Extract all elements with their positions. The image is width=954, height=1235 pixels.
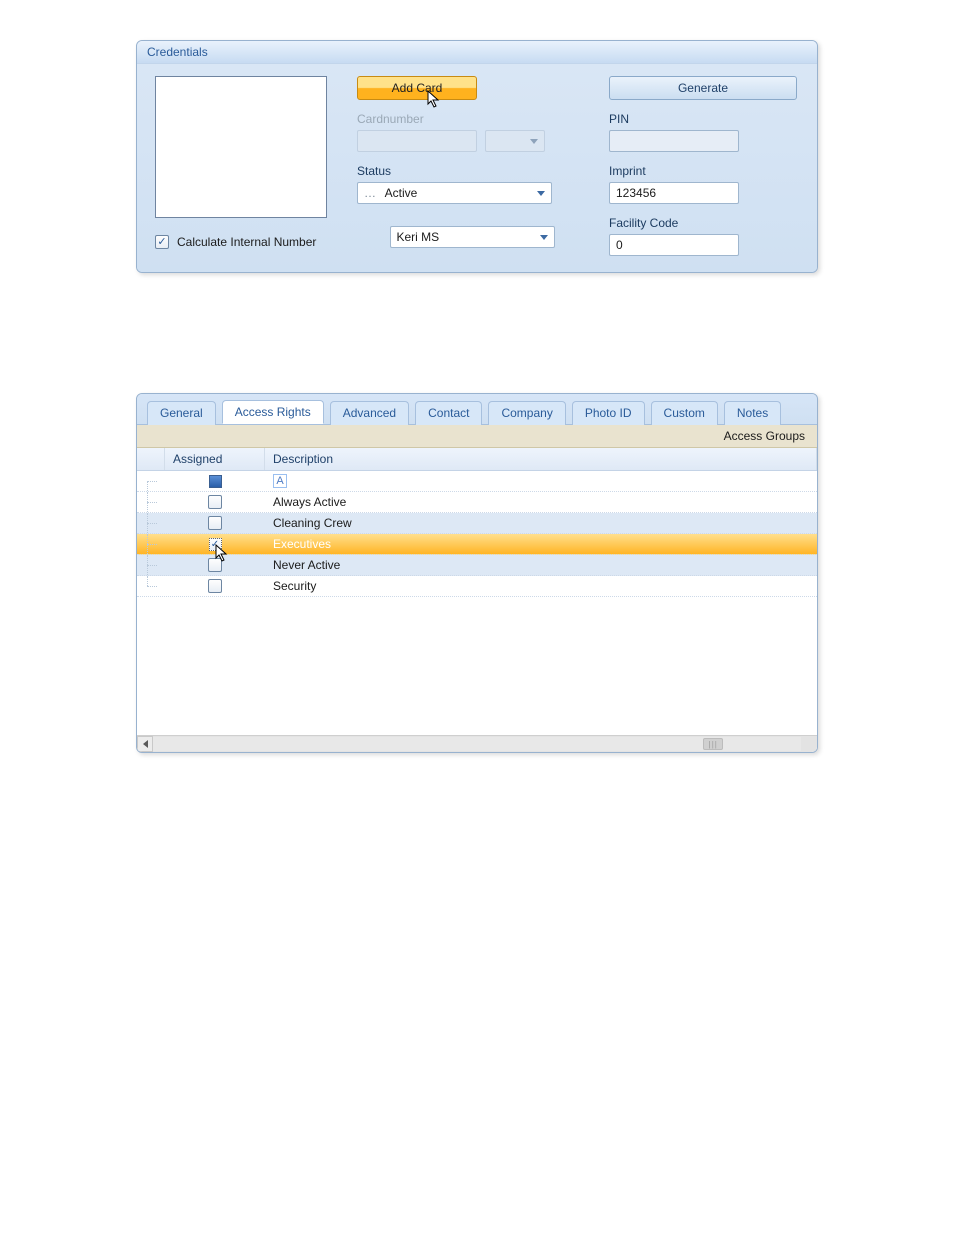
imprint-label: Imprint [609,164,797,178]
table-row[interactable]: Always Active [137,492,817,513]
tree-branch-icon [137,555,165,575]
tree-branch-icon [137,576,165,596]
column-description[interactable]: Description [265,448,817,470]
scroll-track[interactable]: ||| [153,737,801,751]
tab-label: Company [501,406,552,420]
tab-label: Photo ID [585,406,632,420]
generate-label: Generate [678,81,728,95]
assigned-cell[interactable] [165,495,265,509]
table-row[interactable]: Security [137,576,817,597]
tab-label: Custom [664,406,705,420]
card-format-value: Keri MS [397,230,440,244]
status-value: Active [385,186,418,200]
credentials-panel: Credentials Add Card Cardnu [136,40,818,273]
tab-notes[interactable]: Notes [724,401,781,425]
tree-branch-icon [137,534,165,554]
calculate-internal-checkbox[interactable] [155,235,169,249]
tab-access-rights[interactable]: Access Rights [222,400,324,424]
table-row[interactable]: Cleaning Crew [137,513,817,534]
description-text: Always Active [273,495,346,509]
assigned-cell[interactable] [165,475,265,488]
facility-code-label: Facility Code [609,216,797,230]
assigned-cell[interactable] [165,558,265,572]
pin-input[interactable] [609,130,739,152]
assigned-checkbox[interactable] [208,516,222,530]
facility-code-input[interactable]: 0 [609,234,739,256]
status-ellipsis-icon: … [364,186,376,200]
tab-label: General [160,406,203,420]
tab-photo-id[interactable]: Photo ID [572,401,645,425]
description-text: Never Active [273,558,340,572]
scroll-left-button[interactable] [137,736,153,752]
description-cell[interactable]: Always Active [265,495,817,509]
scroll-thumb[interactable]: ||| [703,738,723,750]
imprint-input[interactable]: 123456 [609,182,739,204]
credentials-title: Credentials [137,41,817,64]
access-rights-panel: General Access Rights Advanced Contact C… [136,393,818,753]
description-cell[interactable]: A [265,474,817,488]
assigned-checkbox[interactable] [208,495,222,509]
description-cell[interactable]: Executives [265,537,817,551]
triangle-left-icon [143,740,148,748]
tab-advanced[interactable]: Advanced [330,401,409,425]
status-dropdown[interactable]: … Active [357,182,552,204]
tab-label: Access Rights [235,405,311,419]
tab-label: Advanced [343,406,396,420]
add-card-label: Add Card [392,81,443,95]
tree-branch-icon [137,513,165,533]
assigned-checkbox[interactable] [209,538,222,551]
assigned-cell[interactable] [165,579,265,593]
table-row[interactable]: A [137,471,817,492]
grid-column-headers: Assigned Description [137,448,817,471]
chevron-down-icon [530,139,538,144]
add-card-button[interactable]: Add Card [357,76,477,100]
chevron-down-icon [537,191,545,196]
description-text: Security [273,579,316,593]
generate-button[interactable]: Generate [609,76,797,100]
photo-placeholder[interactable] [155,76,327,218]
cardnumber-type-dropdown[interactable] [485,130,545,152]
assigned-cell[interactable] [165,538,265,551]
tab-label: Contact [428,406,469,420]
tabstrip: General Access Rights Advanced Contact C… [137,394,817,425]
assigned-checkbox[interactable] [208,558,222,572]
status-label: Status [357,164,587,178]
credentials-body: Add Card Cardnumber [137,64,817,272]
cardnumber-label: Cardnumber [357,112,587,126]
card-format-dropdown[interactable]: Keri MS [390,226,555,248]
column-assigned[interactable]: Assigned [165,448,265,470]
tab-label: Notes [737,406,768,420]
description-text: Executives [273,537,331,551]
description-cell[interactable]: Cleaning Crew [265,516,817,530]
tab-general[interactable]: General [147,401,216,425]
assigned-all-icon [209,475,222,488]
description-text: Cleaning Crew [273,516,352,530]
tree-branch-icon [137,471,165,491]
chevron-down-icon [540,235,548,240]
tree-branch-icon [137,492,165,512]
edit-icon: A [273,474,287,488]
tab-company[interactable]: Company [488,401,565,425]
assigned-cell[interactable] [165,516,265,530]
access-groups-grid: Assigned Description A [137,448,817,752]
tab-contact[interactable]: Contact [415,401,482,425]
description-cell[interactable]: Security [265,579,817,593]
table-row[interactable]: Executives [137,534,817,555]
tab-custom[interactable]: Custom [651,401,718,425]
grid-body: A Always Active Cle [137,471,817,735]
calculate-internal-label: Calculate Internal Number [177,235,316,249]
pin-label: PIN [609,112,797,126]
table-row[interactable]: Never Active [137,555,817,576]
assigned-checkbox[interactable] [208,579,222,593]
cardnumber-input[interactable] [357,130,477,152]
access-groups-header: Access Groups [137,425,817,448]
horizontal-scrollbar[interactable]: ||| [137,735,817,752]
description-cell[interactable]: Never Active [265,558,817,572]
